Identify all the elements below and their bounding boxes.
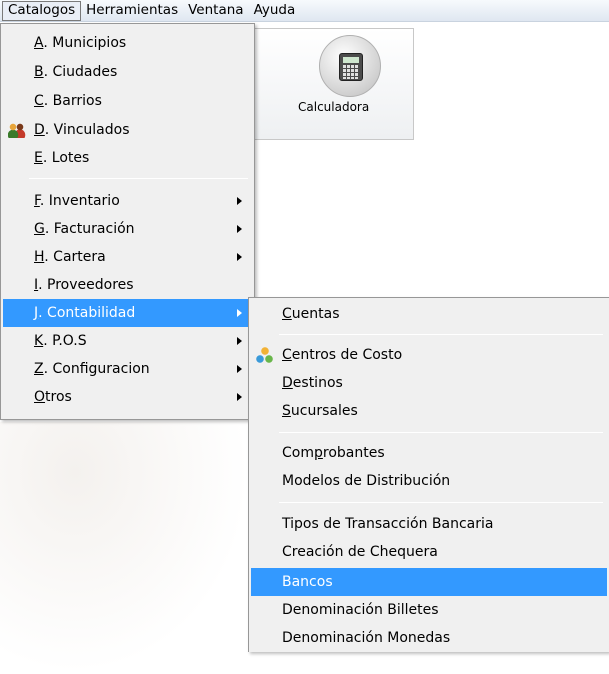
calculadora-button[interactable]: Calculadora (292, 29, 412, 139)
menu-item-inventario[interactable]: F. Inventario (3, 187, 252, 215)
menu-item-pos[interactable]: K. P.O.S (3, 327, 252, 355)
submenu-item-comprobantes[interactable]: Comprobantes (251, 439, 607, 467)
submenu-item-denominacion-billetes[interactable]: Denominación Billetes (251, 596, 607, 624)
menu-catalogos[interactable]: Catalogos (2, 0, 82, 21)
submenu-item-creacion-de-chequera[interactable]: Creación de Chequera (251, 538, 607, 566)
people-icon (8, 122, 26, 138)
calculadora-button-circle (319, 35, 381, 97)
submenu-item-denominacion-monedas[interactable]: Denominación Monedas (251, 624, 607, 652)
menu-herramientas[interactable]: Herramientas (81, 1, 183, 21)
menu-item-otros[interactable]: Otros (3, 383, 252, 411)
menu-separator (29, 178, 248, 179)
menu-item-cartera[interactable]: H. Cartera (3, 243, 252, 271)
menu-ventana[interactable]: Ventana (183, 1, 248, 21)
menu-separator (279, 432, 603, 433)
contabilidad-submenu: Cuentas Centros de Costo Destinos Sucurs… (248, 297, 609, 652)
menu-item-vinculados[interactable]: D. Vinculados (3, 116, 252, 144)
menu-item-facturacion[interactable]: G. Facturación (3, 215, 252, 243)
submenu-arrow-icon (237, 393, 242, 401)
submenu-item-sucursales[interactable]: Sucursales (251, 397, 607, 425)
submenu-item-modelos-de-distribucion[interactable]: Modelos de Distribución (251, 467, 607, 495)
menu-item-municipios[interactable]: A. Municipios (3, 29, 252, 57)
submenu-arrow-icon (237, 253, 242, 261)
menu-ayuda[interactable]: Ayuda (249, 1, 301, 21)
submenu-arrow-icon (237, 365, 242, 373)
menu-item-proveedores[interactable]: I. Proveedores (3, 271, 252, 299)
submenu-arrow-icon (237, 225, 242, 233)
menu-separator (279, 502, 603, 503)
centros-de-costo-icon (256, 347, 274, 363)
background-watermark (0, 422, 250, 674)
submenu-arrow-icon (237, 337, 242, 345)
menu-item-contabilidad[interactable]: J. Contabilidad (3, 299, 252, 327)
calculator-icon (339, 53, 363, 81)
submenu-item-destinos[interactable]: Destinos (251, 369, 607, 397)
menu-item-barrios[interactable]: C. Barrios (3, 87, 252, 115)
submenu-arrow-icon (237, 309, 242, 317)
calculadora-label: Calculadora (298, 100, 370, 114)
submenu-item-centros-de-costo[interactable]: Centros de Costo (251, 341, 607, 369)
menu-item-lotes[interactable]: E. Lotes (3, 144, 252, 172)
submenu-item-tipos-de-transaccion-bancaria[interactable]: Tipos de Transacción Bancaria (251, 510, 607, 538)
toolbar: to Calculadora (188, 28, 414, 140)
submenu-item-cuentas[interactable]: Cuentas (251, 300, 607, 328)
submenu-item-bancos[interactable]: Bancos (251, 568, 607, 596)
menu-bar: Catalogos Herramientas Ventana Ayuda (0, 0, 609, 22)
menu-separator (279, 334, 603, 335)
submenu-arrow-icon (237, 197, 242, 205)
catalogos-dropdown: A. Municipios B. Ciudades C. Barrios D. … (0, 23, 255, 420)
menu-item-configuracion[interactable]: Z. Configuracion (3, 355, 252, 383)
menu-item-ciudades[interactable]: B. Ciudades (3, 58, 252, 86)
